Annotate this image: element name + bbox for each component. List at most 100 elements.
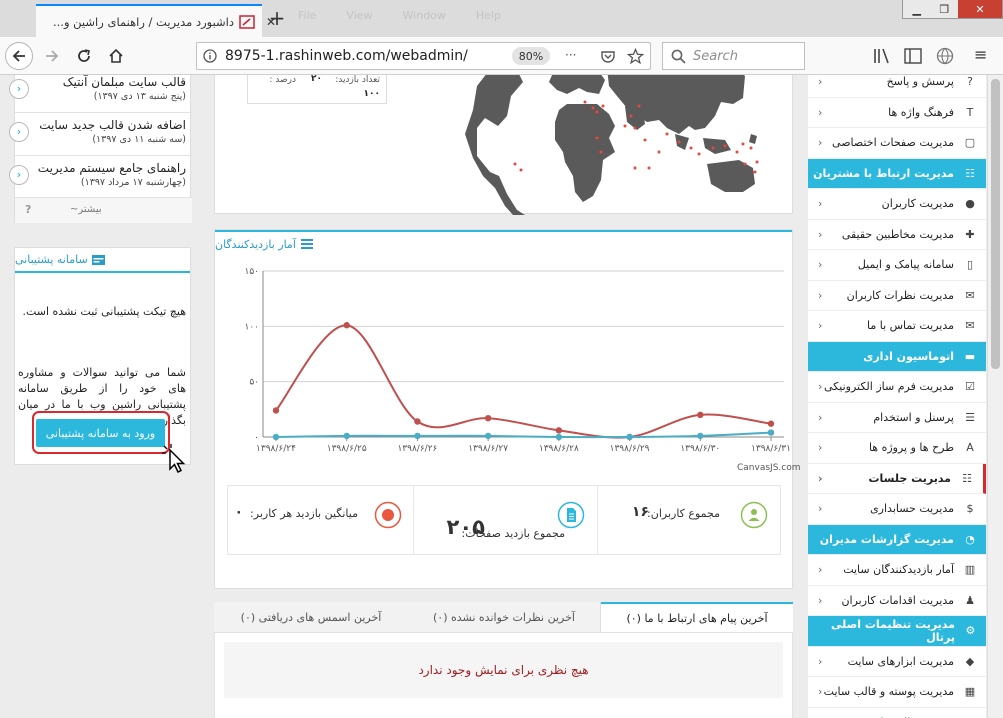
sidebar-item[interactable]: ✉ مدیریت نظرات کاربران ‹ [808,281,986,311]
news-item[interactable]: اضافه شدن قالب جدید سایت (سه شنبه ۱۱ دی … [9,114,192,156]
new-tab-button[interactable]: + [266,8,288,30]
tab-unread-comments[interactable]: آخرین نظرات خوانده نشده (۰) [408,602,601,632]
maximize-button[interactable]: ❐ [931,0,959,18]
minimize-button[interactable]: ▁ [903,0,931,18]
sidebar-item[interactable]: ⚙ مدیریت تنظیمات اصلی پرتال [808,616,986,647]
sidebar-item[interactable]: $ مدیریت حسابداری ‹ [808,494,986,525]
menu-help[interactable]: Help [476,9,501,22]
news-expand-icon[interactable]: ‹ [9,79,29,99]
sidebar-item-label: آمار بازدیدکنندگان سایت [843,563,954,577]
sidebar-item-label: اتوماسیون اداری [863,349,954,363]
sidebar-item[interactable]: ● مدیریت کاربران ‹ [808,189,986,220]
sidebar-item[interactable]: ▦ مدیریت پوسته و قالب سایت ‹ [808,677,986,708]
home-button[interactable] [102,42,130,70]
sidebar-item-label: مدیریت گزارشات مدیران [819,532,954,546]
menu-bar: File View Window Help [298,9,501,22]
sidebar-item-label: طرح ها و پروژه ها [868,441,954,455]
news-title[interactable]: اضافه شدن قالب جدید سایت [15,118,186,132]
chevron-left-icon: ‹ [818,105,823,119]
support-login-button[interactable]: ورود به سامانه پشتیبانی [36,419,165,447]
browser-tab[interactable]: داشبورد مدیریت / راهنمای راشین و... ✕ [36,4,276,37]
x-tick-label: ۱۳۹۸/۶/۳۰ [680,444,720,454]
url-text: 8975-1.rashinweb.com/webadmin/ [225,48,468,64]
news-item[interactable]: قالب سایت مبلمان آنتیک (پنج شنبه ۱۳ دی ۱… [9,75,192,113]
series-line-2 [275,431,772,439]
sidebar-item[interactable]: ✚ مدیریت مخاطبین حقیقی ‹ [808,220,986,250]
chart-credit[interactable]: CanvasJS.com [737,463,800,473]
reload-button[interactable] [70,42,98,70]
support-card-icon [91,254,105,265]
menu-window[interactable]: Window [403,9,446,22]
news-date: (چهارشنبه ۱۷ مرداد ۱۳۹۷) [80,177,186,188]
tab-received-sms[interactable]: آخرین اسمس های دریافتی (۰) [214,602,408,632]
chevron-left-icon: ‹ [818,410,823,424]
y-tick-label: ۰ [254,433,259,443]
sidebar-item[interactable]: ✉ مدیریت تماس با ما ‹ [808,311,986,342]
sidebar-item-icon: A [966,441,974,455]
sidebar-item-icon: ☷ [965,166,975,180]
sidebar-item[interactable]: ☷ مدیریت ارتباط با مشتریان [808,158,986,189]
page-actions-icon[interactable]: ··· [565,48,576,62]
chevron-left-icon: ‹ [818,654,823,668]
globe-icon[interactable] [936,47,954,65]
sidebar-item[interactable]: ♟ مدیریت اقدامات کاربران ‹ [808,586,986,616]
data-point [767,429,775,436]
sidebar-item[interactable]: ▦مدیریت قالب های پیش فرض‹ [808,708,986,718]
sidebar-item[interactable]: ▯ سامانه پیامک و ایمیل ‹ [808,250,986,281]
sidebar-item[interactable]: ☷ مدیریت جلسات ‹ [808,463,986,494]
messages-tabs: آخرین پیام های ارتباط با ما (۰) آخرین نظ… [214,602,793,718]
library-icon[interactable] [873,48,891,64]
search-icon [671,49,686,64]
sidebar-item-icon: ▯ [966,258,974,272]
data-point [697,432,704,440]
chevron-left-icon: ‹ [818,685,823,699]
chevron-left-icon: ‹ [818,593,823,607]
sidebar-item[interactable]: A طرح ها و پروژه ها ‹ [808,433,986,464]
sidebar-item[interactable]: ◆ مدیریت ابزارهای سایت ‹ [808,647,986,677]
sidebar-item-label: پرسنل و استخدام [873,410,954,424]
sidebar-item[interactable]: ▬ اتوماسیون اداری [808,341,986,372]
menu-view[interactable]: View [346,9,372,22]
zoom-badge[interactable]: 80% [512,47,550,65]
site-info-icon[interactable] [203,49,217,63]
news-title[interactable]: قالب سایت مبلمان آنتیک [15,75,186,89]
stat-average: میانگین بازدید هر کاربر: ۰ [233,487,403,553]
search-box[interactable]: Search [662,42,805,70]
site-favicon [239,14,255,29]
sidebar-item-label: مدیریت اقدامات کاربران [841,593,954,607]
sidebar-item[interactable]: ◔ مدیریت گزارشات مدیران [808,524,986,555]
news-expand-icon[interactable]: ‹ [9,122,29,142]
close-window-button[interactable]: ✕ [958,0,1002,18]
sidebar-item[interactable]: ☑ مدیریت فرم ساز الکترونیکی ‹ [808,372,986,403]
sidebar-item[interactable]: ? پرسش و پاسخ ‹ [808,75,986,98]
tab-contact-messages[interactable]: آخرین پیام های ارتباط با ما (۰) [601,602,793,632]
data-point [555,433,563,441]
sidebar-item-label: مدیریت حسابداری [870,502,954,516]
address-bar[interactable]: 8975-1.rashinweb.com/webadmin/ 80% ··· [196,42,651,70]
mouse-cursor-icon [162,444,186,474]
news-more-link[interactable]: ~بیشتر [70,204,102,215]
news-title[interactable]: راهنمای جامع سیستم مدیریت [15,161,186,175]
visitors-line-chart: ۰ ۵۰ ۱۰۰ ۱۵۰ ۱۳۹۸/۶/۲۴ ۱۳۹۸/۶/۲۵ ۱۳۹۸/۶/۲۶ ۱۳۹۸… [244,267,790,454]
scrollbar-thumb[interactable] [991,79,1000,369]
sidebar-toggle-icon[interactable] [904,48,922,64]
help-icon[interactable]: ? [25,203,31,216]
pocket-icon[interactable] [600,49,616,65]
sidebar-item[interactable]: ▥ آمار بازدیدکنندگان سایت ‹ [808,555,986,586]
sidebar-item-label: مدیریت تنظیمات اصلی پرتال [831,617,955,644]
news-item[interactable]: راهنمای جامع سیستم مدیریت (چهارشنبه ۱۷ م… [9,157,192,199]
admin-sidebar: ? پرسش و پاسخ ‹ T فرهنگ واژه ها ‹ ▢ مدیریت صفحا… [808,75,986,718]
vertical-scrollbar[interactable] [987,75,1003,718]
news-expand-icon[interactable]: ‹ [9,165,29,185]
forward-button[interactable] [38,42,66,70]
sidebar-item-icon: ▢ [964,136,976,150]
sidebar-item[interactable]: ▢ مدیریت صفحات اختصاصی ‹ [808,128,986,159]
back-button[interactable] [5,42,33,70]
sidebar-item[interactable]: T فرهنگ واژه ها ‹ [808,98,986,128]
sidebar-item[interactable]: ☰ پرسنل و استخدام ‹ [808,403,986,433]
data-point [626,433,633,441]
bookmark-star-icon[interactable] [627,48,644,65]
avg-label: میانگین بازدید هر کاربر: [250,507,358,520]
browser-menu-icon[interactable]: ≡ [974,45,987,64]
menu-file[interactable]: File [298,9,316,22]
